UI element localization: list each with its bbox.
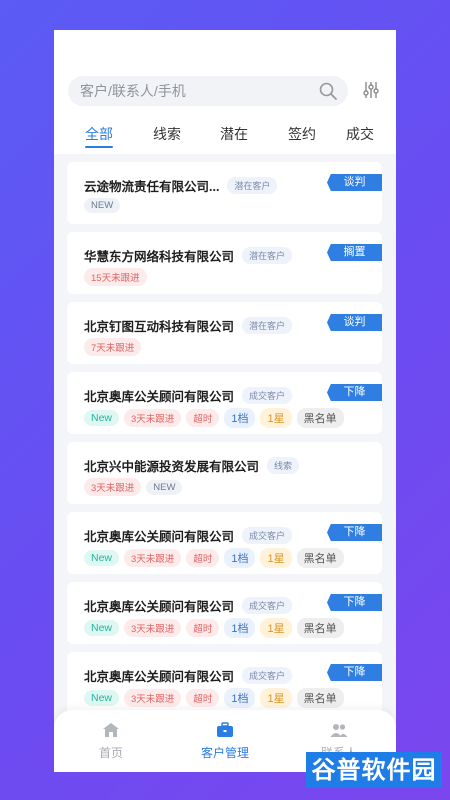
follow-up-tag: 3天未跟进 (84, 478, 142, 496)
company-name: 北京钉图互动科技有限公司 (84, 320, 235, 334)
star-tag: 1星 (260, 548, 292, 568)
customer-type-badge: 成交客户 (242, 597, 293, 614)
star-tag: 1星 (260, 408, 292, 428)
customer-type-badge: 潜在客户 (242, 247, 293, 264)
filter-icon[interactable] (362, 80, 380, 100)
status-flag: 下降 (327, 664, 382, 681)
search-input[interactable]: 客户/联系人/手机 (80, 81, 318, 101)
tab-label: 潜在 (220, 126, 248, 142)
search-bar[interactable]: 客户/联系人/手机 (68, 76, 348, 106)
star-tag: 1星 (260, 618, 292, 638)
status-flag: 谈判 (327, 314, 382, 331)
customer-list: 云途物流责任有限公司... 潜在客户 谈判 NEW 华慧东方网络科技有限公司 潜… (67, 162, 382, 722)
company-name: 北京奥库公关顾问有限公司 (84, 530, 235, 544)
search-icon[interactable] (318, 81, 338, 101)
status-flag: 下降 (327, 524, 382, 541)
company-name: 北京兴中能源投资发展有限公司 (84, 460, 260, 474)
level-tag: 1档 (224, 618, 256, 638)
customer-card[interactable]: 北京奥库公关顾问有限公司 成交客户 下降 New 3天未跟进 超时 1档 1星 … (67, 512, 382, 574)
active-tab-indicator (85, 146, 113, 148)
level-tag: 1档 (224, 688, 256, 708)
status-flag: 下降 (327, 594, 382, 611)
customer-type-badge: 潜在客户 (242, 317, 293, 334)
briefcase-icon (217, 722, 233, 737)
nav-item-home[interactable]: 首页 (71, 722, 151, 761)
customer-type-badge: 成交客户 (242, 387, 293, 404)
timeout-tag: 超时 (186, 689, 220, 707)
customer-type-badge: 线索 (267, 457, 300, 474)
customer-card[interactable]: 北京奥库公关顾问有限公司 成交客户 下降 New 3天未跟进 超时 1档 1星 … (67, 652, 382, 714)
nav-label: 客户管理 (200, 746, 249, 760)
blacklist-tag: 黑名单 (296, 618, 344, 638)
tab-potential[interactable]: 潜在 (220, 124, 248, 144)
new-tag: New (84, 550, 120, 566)
tab-label: 线索 (153, 126, 181, 142)
follow-up-tag: 3天未跟进 (124, 409, 182, 427)
tab-label: 成交 (346, 126, 374, 142)
app-screen: 客户/联系人/手机 全部 线索 潜在 签约 成交 云途物流责任有限公司... 潜… (54, 30, 396, 772)
follow-up-tag: 3天未跟进 (124, 619, 182, 637)
customer-card[interactable]: 北京兴中能源投资发展有限公司 线索 3天未跟进 NEW (67, 442, 382, 504)
company-name: 华慧东方网络科技有限公司 (84, 250, 235, 264)
company-name: 北京奥库公关顾问有限公司 (84, 390, 235, 404)
customer-card[interactable]: 北京钉图互动科技有限公司 潜在客户 谈判 7天未跟进 (67, 302, 382, 364)
customer-card[interactable]: 华慧东方网络科技有限公司 潜在客户 搁置 15天未跟进 (67, 232, 382, 294)
follow-up-tag: 7天未跟进 (84, 338, 142, 356)
new-tag: NEW (146, 479, 183, 495)
company-name: 北京奥库公关顾问有限公司 (84, 600, 235, 614)
customer-card[interactable]: 北京奥库公关顾问有限公司 成交客户 下降 New 3天未跟进 超时 1档 1星 … (67, 582, 382, 644)
customer-type-badge: 潜在客户 (227, 177, 278, 194)
star-tag: 1星 (260, 688, 292, 708)
status-flag: 搁置 (327, 244, 382, 261)
customer-card[interactable]: 云途物流责任有限公司... 潜在客户 谈判 NEW (67, 162, 382, 224)
level-tag: 1档 (224, 408, 256, 428)
tab-leads[interactable]: 线索 (153, 124, 181, 144)
contacts-icon (330, 724, 348, 737)
company-name: 云途物流责任有限公司... (84, 180, 220, 194)
status-flag: 下降 (327, 384, 382, 401)
customer-card[interactable]: 北京奥库公关顾问有限公司 成交客户 下降 New 3天未跟进 超时 1档 1星 … (67, 372, 382, 434)
blacklist-tag: 黑名单 (296, 408, 344, 428)
level-tag: 1档 (224, 548, 256, 568)
home-icon (103, 723, 119, 737)
new-tag: New (84, 690, 120, 706)
tab-label: 签约 (288, 126, 316, 142)
customer-type-badge: 成交客户 (242, 667, 293, 684)
tab-closed[interactable]: 成交 (346, 124, 374, 144)
new-tag: New (84, 620, 120, 636)
new-tag: NEW (84, 198, 121, 213)
tab-all[interactable]: 全部 (85, 124, 113, 148)
follow-up-tag: 15天未跟进 (84, 268, 147, 286)
company-name: 北京奥库公关顾问有限公司 (84, 670, 235, 684)
customer-type-badge: 成交客户 (242, 527, 293, 544)
follow-up-tag: 3天未跟进 (124, 549, 182, 567)
timeout-tag: 超时 (186, 549, 220, 567)
watermark-logo: 谷普软件园 (306, 752, 442, 788)
timeout-tag: 超时 (186, 619, 220, 637)
follow-up-tag: 3天未跟进 (124, 689, 182, 707)
tab-signed[interactable]: 签约 (288, 124, 316, 144)
blacklist-tag: 黑名单 (296, 548, 344, 568)
blacklist-tag: 黑名单 (296, 688, 344, 708)
new-tag: New (84, 410, 120, 426)
nav-label: 首页 (98, 746, 123, 760)
tab-label: 全部 (85, 126, 113, 142)
header: 客户/联系人/手机 全部 线索 潜在 签约 成交 (54, 30, 396, 154)
status-tabs: 全部 线索 潜在 签约 成交 (54, 124, 396, 154)
status-flag: 谈判 (327, 174, 382, 191)
nav-item-customers[interactable]: 客户管理 (185, 722, 265, 761)
timeout-tag: 超时 (186, 409, 220, 427)
